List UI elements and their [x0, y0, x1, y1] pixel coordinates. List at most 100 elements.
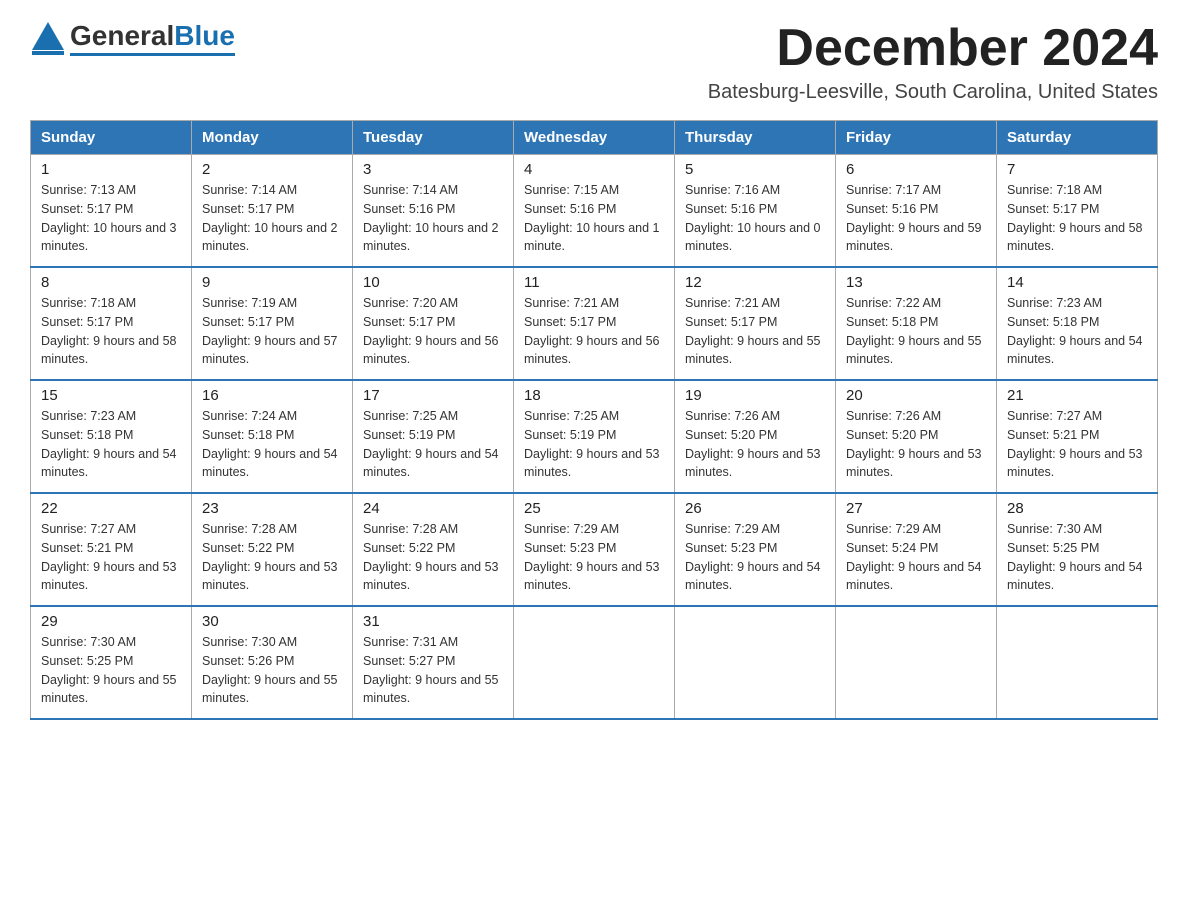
day-number: 3 [363, 161, 503, 178]
day-info: Sunrise: 7:30 AMSunset: 5:25 PMDaylight:… [41, 633, 181, 708]
day-number: 25 [524, 500, 664, 517]
table-row [997, 606, 1158, 719]
day-number: 4 [524, 161, 664, 178]
table-row: 5 Sunrise: 7:16 AMSunset: 5:16 PMDayligh… [675, 155, 836, 268]
table-row: 3 Sunrise: 7:14 AMSunset: 5:16 PMDayligh… [353, 155, 514, 268]
table-row: 11 Sunrise: 7:21 AMSunset: 5:17 PMDaylig… [514, 267, 675, 380]
calendar-week-row: 29 Sunrise: 7:30 AMSunset: 5:25 PMDaylig… [31, 606, 1158, 719]
day-info: Sunrise: 7:20 AMSunset: 5:17 PMDaylight:… [363, 294, 503, 369]
table-row: 10 Sunrise: 7:20 AMSunset: 5:17 PMDaylig… [353, 267, 514, 380]
day-number: 24 [363, 500, 503, 517]
table-row: 19 Sunrise: 7:26 AMSunset: 5:20 PMDaylig… [675, 380, 836, 493]
day-info: Sunrise: 7:27 AMSunset: 5:21 PMDaylight:… [41, 520, 181, 595]
logo-general-text: General [70, 20, 174, 52]
day-info: Sunrise: 7:15 AMSunset: 5:16 PMDaylight:… [524, 181, 664, 256]
day-number: 9 [202, 274, 342, 291]
header-thursday: Thursday [675, 121, 836, 155]
day-number: 22 [41, 500, 181, 517]
logo-blue-text: Blue [174, 20, 235, 52]
day-info: Sunrise: 7:31 AMSunset: 5:27 PMDaylight:… [363, 633, 503, 708]
day-info: Sunrise: 7:25 AMSunset: 5:19 PMDaylight:… [363, 407, 503, 482]
day-number: 21 [1007, 387, 1147, 404]
day-info: Sunrise: 7:26 AMSunset: 5:20 PMDaylight:… [685, 407, 825, 482]
day-info: Sunrise: 7:25 AMSunset: 5:19 PMDaylight:… [524, 407, 664, 482]
calendar-week-row: 1 Sunrise: 7:13 AMSunset: 5:17 PMDayligh… [31, 155, 1158, 268]
calendar-table: Sunday Monday Tuesday Wednesday Thursday… [30, 120, 1158, 720]
table-row: 1 Sunrise: 7:13 AMSunset: 5:17 PMDayligh… [31, 155, 192, 268]
day-number: 6 [846, 161, 986, 178]
day-number: 1 [41, 161, 181, 178]
day-number: 2 [202, 161, 342, 178]
day-number: 18 [524, 387, 664, 404]
header-saturday: Saturday [997, 121, 1158, 155]
table-row: 22 Sunrise: 7:27 AMSunset: 5:21 PMDaylig… [31, 493, 192, 606]
month-title: December 2024 [708, 20, 1158, 77]
day-info: Sunrise: 7:16 AMSunset: 5:16 PMDaylight:… [685, 181, 825, 256]
header-friday: Friday [836, 121, 997, 155]
day-number: 27 [846, 500, 986, 517]
day-number: 28 [1007, 500, 1147, 517]
day-info: Sunrise: 7:21 AMSunset: 5:17 PMDaylight:… [685, 294, 825, 369]
table-row: 17 Sunrise: 7:25 AMSunset: 5:19 PMDaylig… [353, 380, 514, 493]
calendar-week-row: 8 Sunrise: 7:18 AMSunset: 5:17 PMDayligh… [31, 267, 1158, 380]
day-number: 10 [363, 274, 503, 291]
day-info: Sunrise: 7:29 AMSunset: 5:23 PMDaylight:… [524, 520, 664, 595]
day-info: Sunrise: 7:23 AMSunset: 5:18 PMDaylight:… [41, 407, 181, 482]
table-row: 2 Sunrise: 7:14 AMSunset: 5:17 PMDayligh… [192, 155, 353, 268]
table-row: 20 Sunrise: 7:26 AMSunset: 5:20 PMDaylig… [836, 380, 997, 493]
logo: General Blue [30, 20, 235, 56]
table-row: 9 Sunrise: 7:19 AMSunset: 5:17 PMDayligh… [192, 267, 353, 380]
day-number: 12 [685, 274, 825, 291]
table-row: 26 Sunrise: 7:29 AMSunset: 5:23 PMDaylig… [675, 493, 836, 606]
table-row: 6 Sunrise: 7:17 AMSunset: 5:16 PMDayligh… [836, 155, 997, 268]
day-number: 16 [202, 387, 342, 404]
header-sunday: Sunday [31, 121, 192, 155]
day-info: Sunrise: 7:29 AMSunset: 5:24 PMDaylight:… [846, 520, 986, 595]
header-tuesday: Tuesday [353, 121, 514, 155]
day-number: 31 [363, 613, 503, 630]
table-row: 23 Sunrise: 7:28 AMSunset: 5:22 PMDaylig… [192, 493, 353, 606]
title-area: December 2024 Batesburg-Leesville, South… [708, 20, 1158, 104]
day-number: 8 [41, 274, 181, 291]
day-number: 29 [41, 613, 181, 630]
table-row: 16 Sunrise: 7:24 AMSunset: 5:18 PMDaylig… [192, 380, 353, 493]
day-info: Sunrise: 7:26 AMSunset: 5:20 PMDaylight:… [846, 407, 986, 482]
table-row: 21 Sunrise: 7:27 AMSunset: 5:21 PMDaylig… [997, 380, 1158, 493]
day-info: Sunrise: 7:19 AMSunset: 5:17 PMDaylight:… [202, 294, 342, 369]
table-row: 28 Sunrise: 7:30 AMSunset: 5:25 PMDaylig… [997, 493, 1158, 606]
day-info: Sunrise: 7:28 AMSunset: 5:22 PMDaylight:… [202, 520, 342, 595]
day-info: Sunrise: 7:24 AMSunset: 5:18 PMDaylight:… [202, 407, 342, 482]
day-info: Sunrise: 7:30 AMSunset: 5:25 PMDaylight:… [1007, 520, 1147, 595]
day-number: 14 [1007, 274, 1147, 291]
day-number: 13 [846, 274, 986, 291]
header-monday: Monday [192, 121, 353, 155]
day-info: Sunrise: 7:18 AMSunset: 5:17 PMDaylight:… [1007, 181, 1147, 256]
table-row: 4 Sunrise: 7:15 AMSunset: 5:16 PMDayligh… [514, 155, 675, 268]
day-info: Sunrise: 7:23 AMSunset: 5:18 PMDaylight:… [1007, 294, 1147, 369]
day-number: 19 [685, 387, 825, 404]
table-row: 8 Sunrise: 7:18 AMSunset: 5:17 PMDayligh… [31, 267, 192, 380]
day-number: 17 [363, 387, 503, 404]
table-row: 30 Sunrise: 7:30 AMSunset: 5:26 PMDaylig… [192, 606, 353, 719]
table-row: 7 Sunrise: 7:18 AMSunset: 5:17 PMDayligh… [997, 155, 1158, 268]
day-number: 5 [685, 161, 825, 178]
calendar-header-row: Sunday Monday Tuesday Wednesday Thursday… [31, 121, 1158, 155]
day-number: 23 [202, 500, 342, 517]
header-wednesday: Wednesday [514, 121, 675, 155]
calendar-week-row: 15 Sunrise: 7:23 AMSunset: 5:18 PMDaylig… [31, 380, 1158, 493]
day-info: Sunrise: 7:14 AMSunset: 5:16 PMDaylight:… [363, 181, 503, 256]
location-subtitle: Batesburg-Leesville, South Carolina, Uni… [708, 81, 1158, 104]
table-row: 15 Sunrise: 7:23 AMSunset: 5:18 PMDaylig… [31, 380, 192, 493]
table-row [675, 606, 836, 719]
table-row: 13 Sunrise: 7:22 AMSunset: 5:18 PMDaylig… [836, 267, 997, 380]
calendar-week-row: 22 Sunrise: 7:27 AMSunset: 5:21 PMDaylig… [31, 493, 1158, 606]
day-number: 30 [202, 613, 342, 630]
table-row: 24 Sunrise: 7:28 AMSunset: 5:22 PMDaylig… [353, 493, 514, 606]
day-info: Sunrise: 7:21 AMSunset: 5:17 PMDaylight:… [524, 294, 664, 369]
day-info: Sunrise: 7:14 AMSunset: 5:17 PMDaylight:… [202, 181, 342, 256]
day-info: Sunrise: 7:22 AMSunset: 5:18 PMDaylight:… [846, 294, 986, 369]
table-row: 31 Sunrise: 7:31 AMSunset: 5:27 PMDaylig… [353, 606, 514, 719]
day-number: 11 [524, 274, 664, 291]
day-number: 20 [846, 387, 986, 404]
day-number: 7 [1007, 161, 1147, 178]
